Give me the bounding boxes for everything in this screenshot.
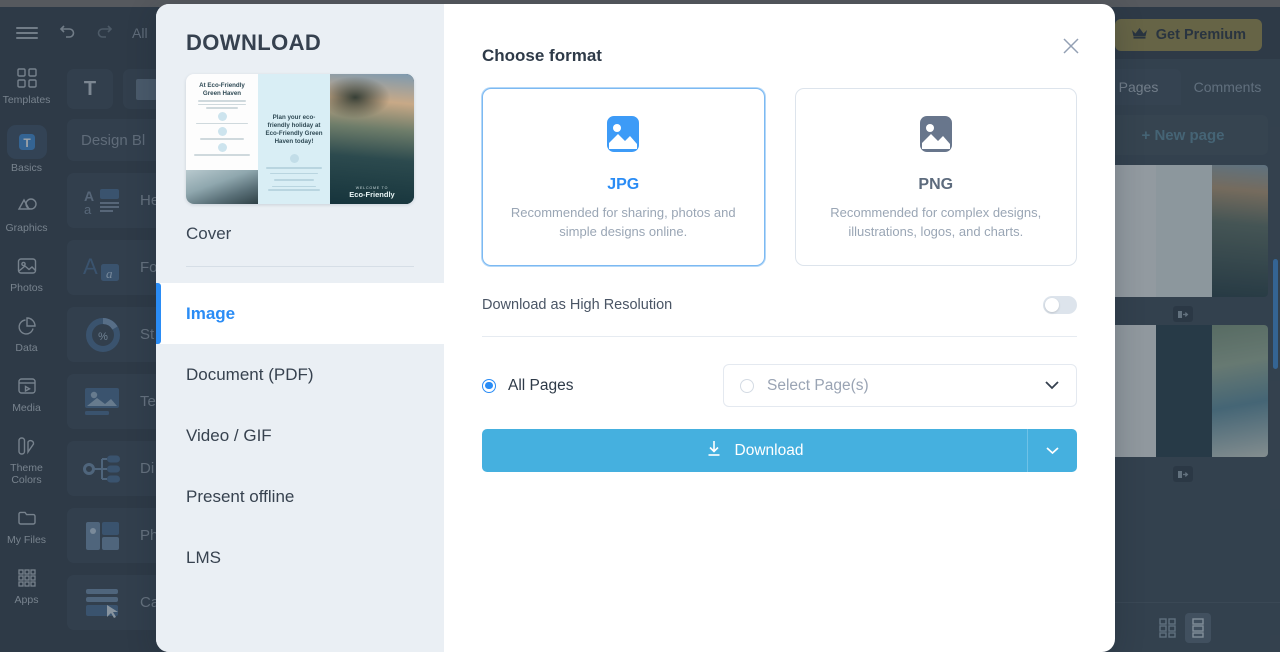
- format-card-name: PNG: [918, 176, 954, 193]
- format-menu-label: Document (PDF): [186, 364, 314, 384]
- format-card-png[interactable]: PNG Recommended for complex designs, ill…: [794, 88, 1077, 266]
- download-button-label: Download: [734, 441, 804, 459]
- download-action-row: Download: [482, 429, 1077, 472]
- format-type-menu: Image Document (PDF) Video / GIF Present…: [156, 283, 444, 588]
- all-pages-label: All Pages: [508, 376, 574, 394]
- format-card-name: JPG: [607, 176, 640, 193]
- preview-panel-3-eyebrow: WELCOME TO: [355, 186, 389, 190]
- preview-panel-3-caption: WELCOME TO Eco-Friendly: [330, 186, 414, 199]
- chevron-down-icon: [1044, 377, 1060, 395]
- format-card-description: Recommended for sharing, photos and simp…: [510, 205, 736, 239]
- high-resolution-row: Download as High Resolution: [482, 296, 1077, 337]
- design-preview-thumbnail: At Eco-Friendly Green Haven Plan your ec…: [186, 74, 414, 204]
- format-menu-item-image[interactable]: Image: [156, 283, 444, 344]
- format-card-jpg[interactable]: JPG Recommended for sharing, photos and …: [482, 88, 765, 266]
- screen: Templates T Basics Graphics Photos Data …: [0, 0, 1280, 652]
- modal-title: DOWNLOAD: [186, 30, 322, 55]
- preview-panel-2: Plan your eco-friendly holiday at Eco-Fr…: [258, 74, 330, 204]
- download-modal-content: Choose format JPG Recommended for sharin…: [444, 4, 1115, 652]
- preview-panel-1-title: At Eco-Friendly Green Haven: [199, 82, 245, 97]
- close-icon[interactable]: [1057, 32, 1085, 60]
- preview-panel-1-photo: [186, 170, 258, 204]
- format-menu-item-document[interactable]: Document (PDF): [156, 344, 444, 405]
- image-icon: [602, 113, 644, 160]
- page-selection-row: All Pages Select Page(s): [482, 364, 1077, 407]
- format-menu-label: Present offline: [186, 486, 295, 506]
- download-modal: DOWNLOAD At Eco-Friendly Green Haven Pla…: [156, 4, 1115, 652]
- format-menu-label: LMS: [186, 547, 221, 567]
- all-pages-option[interactable]: All Pages: [482, 377, 723, 395]
- download-options-button[interactable]: [1027, 429, 1077, 472]
- choose-format-heading: Choose format: [482, 46, 602, 65]
- select-pages-dropdown[interactable]: Select Page(s): [723, 364, 1077, 407]
- format-card-description: Recommended for complex designs, illustr…: [830, 205, 1042, 239]
- format-menu-item-lms[interactable]: LMS: [156, 527, 444, 588]
- high-resolution-label: Download as High Resolution: [482, 297, 673, 313]
- preview-panel-3: WELCOME TO Eco-Friendly: [330, 74, 414, 204]
- sidebar-divider: [186, 266, 414, 267]
- chevron-down-icon: [1045, 442, 1060, 460]
- format-menu-label: Video / GIF: [186, 425, 272, 445]
- all-pages-radio[interactable]: [482, 378, 496, 393]
- high-resolution-toggle[interactable]: [1043, 296, 1077, 314]
- toggle-knob: [1045, 298, 1059, 312]
- format-menu-item-video-gif[interactable]: Video / GIF: [156, 405, 444, 466]
- format-menu-label: Image: [186, 303, 236, 323]
- preview-panel-1: At Eco-Friendly Green Haven: [186, 74, 258, 204]
- download-icon: [706, 440, 722, 462]
- format-menu-item-present-offline[interactable]: Present offline: [156, 466, 444, 527]
- preview-caption: Cover: [186, 224, 232, 243]
- download-modal-sidebar: DOWNLOAD At Eco-Friendly Green Haven Pla…: [156, 4, 444, 652]
- select-pages-placeholder: Select Page(s): [767, 376, 869, 394]
- format-card-group: JPG Recommended for sharing, photos and …: [482, 88, 1077, 266]
- preview-panel-2-title: Plan your eco-friendly holiday at Eco-Fr…: [265, 114, 323, 145]
- download-button[interactable]: Download: [482, 429, 1027, 472]
- image-icon: [915, 113, 957, 160]
- select-pages-radio[interactable]: [740, 378, 754, 393]
